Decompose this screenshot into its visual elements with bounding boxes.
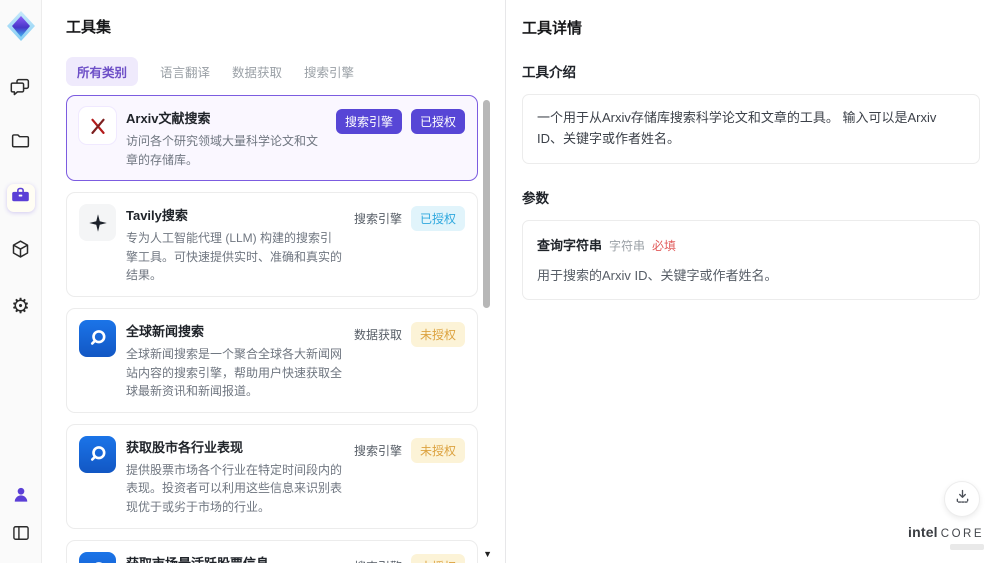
brand-sub-mark xyxy=(950,544,984,550)
auth-badge: 已授权 xyxy=(410,206,465,232)
intro-heading: 工具介绍 xyxy=(522,65,576,80)
sidebar-item-chat[interactable] xyxy=(7,76,35,104)
param-type: 字符串 xyxy=(609,238,646,253)
tool-card-sector-performance[interactable]: 获取股市各行业表现 提供股票市场各个行业在特定时间段内的表现。投资者可以利用这些… xyxy=(66,423,478,529)
user-icon xyxy=(11,485,31,510)
category-badge: 搜索引擎 xyxy=(354,554,402,563)
tab-data-fetch[interactable]: 数据获取 xyxy=(232,57,282,86)
parameter-item: 查询字符串 字符串 必填 用于搜索的Arxiv ID、关键字或作者姓名。 xyxy=(522,219,980,301)
tool-description: 专为人工智能代理 (LLM) 构建的搜索引擎工具。可快速提供实时、准确和真实的结… xyxy=(126,231,343,283)
params-heading: 参数 xyxy=(522,190,549,206)
param-description: 用于搜索的Arxiv ID、关键字或作者姓名。 xyxy=(537,267,778,283)
page-title: 工具集 xyxy=(66,19,112,36)
category-badge: 搜索引擎 xyxy=(353,443,402,458)
tool-card-list: Arxiv文献搜索 访问各个研究领域大量科学论文和文章的存储库。 搜索引擎 已授… xyxy=(66,95,478,563)
tab-all-categories[interactable]: 所有类别 xyxy=(66,57,139,86)
tool-card-tavily[interactable]: Tavily搜索 专为人工智能代理 (LLM) 构建的搜索引擎工具。可快速提供实… xyxy=(66,192,478,297)
panel-toggle-icon xyxy=(11,523,31,548)
sidebar-item-files[interactable] xyxy=(7,130,35,158)
tool-list-panel: 工具集 所有类别 语言翻译 数据获取 搜索引擎 Arxiv文献搜索 访问各个研究… xyxy=(42,0,505,563)
tool-name: 获取股市各行业表现 xyxy=(126,439,244,455)
brand-core-text: CORE xyxy=(940,527,984,540)
category-badge: 搜索引擎 xyxy=(335,109,402,134)
tool-detail-panel: 工具详情 工具介绍 一个用于从Arxiv存储库搜索科学论文和文章的工具。 输入可… xyxy=(505,0,1000,563)
tool-name: 获取市场最活跃股票信息 xyxy=(126,552,344,563)
tool-name: Arxiv文献搜索 xyxy=(126,111,211,126)
stock-search-icon xyxy=(79,435,116,473)
intro-text: 一个用于从Arxiv存储库搜索科学论文和文章的工具。 输入可以是Arxiv ID… xyxy=(537,110,937,146)
list-scrollbar[interactable] xyxy=(483,88,490,549)
download-button[interactable] xyxy=(944,481,980,517)
sparkle-icon xyxy=(79,204,116,242)
sidebar-item-account[interactable] xyxy=(7,483,35,511)
sidebar-item-settings[interactable]: ⚙ xyxy=(7,292,35,320)
category-tabs: 所有类别 语言翻译 数据获取 搜索引擎 xyxy=(66,57,505,86)
detail-title: 工具详情 xyxy=(522,20,583,37)
param-name: 查询字符串 xyxy=(537,237,603,253)
intel-core-logo: intel CORE xyxy=(907,523,984,550)
tool-description: 提供股票市场各个行业在特定时间段内的表现。投资者可以利用这些信息来识别表现优于或… xyxy=(126,462,343,514)
toolbox-icon xyxy=(10,185,31,211)
auth-badge: 未授权 xyxy=(410,553,465,563)
category-badge: 数据获取 xyxy=(353,327,402,342)
brand-intel-text: intel xyxy=(907,523,938,540)
package-icon xyxy=(10,239,31,265)
tool-description: 全球新闻搜索是一个聚合全球各大新闻网站内容的搜索引擎，帮助用户快速获取全球最新资… xyxy=(126,346,343,399)
sidebar-item-tools[interactable] xyxy=(6,184,35,212)
tool-name: Tavily搜索 xyxy=(126,208,188,224)
arxiv-icon xyxy=(79,107,116,144)
tool-card-arxiv[interactable]: Arxiv文献搜索 访问各个研究领域大量科学论文和文章的存储库。 搜索引擎 已授… xyxy=(66,95,478,182)
download-icon xyxy=(953,487,972,511)
tool-description: 访问各个研究领域大量科学论文和文章的存储库。 xyxy=(126,134,319,167)
chat-icon xyxy=(10,77,31,103)
intro-box: 一个用于从Arxiv存储库搜索科学论文和文章的工具。 输入可以是Arxiv ID… xyxy=(522,94,980,164)
auth-badge: 未授权 xyxy=(410,437,465,463)
news-search-icon xyxy=(79,319,116,357)
param-required-badge: 必填 xyxy=(652,238,677,253)
tab-search-engine[interactable]: 搜索引擎 xyxy=(304,57,354,86)
scroll-down-arrow-icon[interactable]: ▼ xyxy=(483,549,492,559)
auth-badge: 未授权 xyxy=(410,321,465,347)
settings-gear-icon: ⚙ xyxy=(11,294,30,318)
tab-language-translation[interactable]: 语言翻译 xyxy=(160,57,210,86)
category-badge: 搜索引擎 xyxy=(353,212,402,227)
sidebar-item-panel-toggle[interactable] xyxy=(7,521,35,549)
tool-card-most-active-stocks[interactable]: 获取市场最活跃股票信息 提供当天交易量最高的股票列表，投资者可以利用这些信息来识… xyxy=(66,539,478,563)
icon-rail: ⚙ xyxy=(0,0,42,563)
tool-card-global-news-search[interactable]: 全球新闻搜索 全球新闻搜索是一个聚合全球各大新闻网站内容的搜索引擎，帮助用户快速… xyxy=(66,307,478,413)
sidebar-item-packages[interactable] xyxy=(7,238,35,266)
app-window: ⚙ 工具集 所有类别 语言翻译 数据获取 搜索引擎 Arxiv文献搜索 访问各个… xyxy=(0,0,1000,563)
app-logo-icon xyxy=(4,9,38,43)
stock-search-icon xyxy=(79,551,116,563)
tool-name: 全球新闻搜索 xyxy=(126,323,205,339)
auth-badge: 已授权 xyxy=(410,109,465,134)
scrollbar-thumb[interactable] xyxy=(483,100,490,308)
folder-icon xyxy=(10,131,31,157)
